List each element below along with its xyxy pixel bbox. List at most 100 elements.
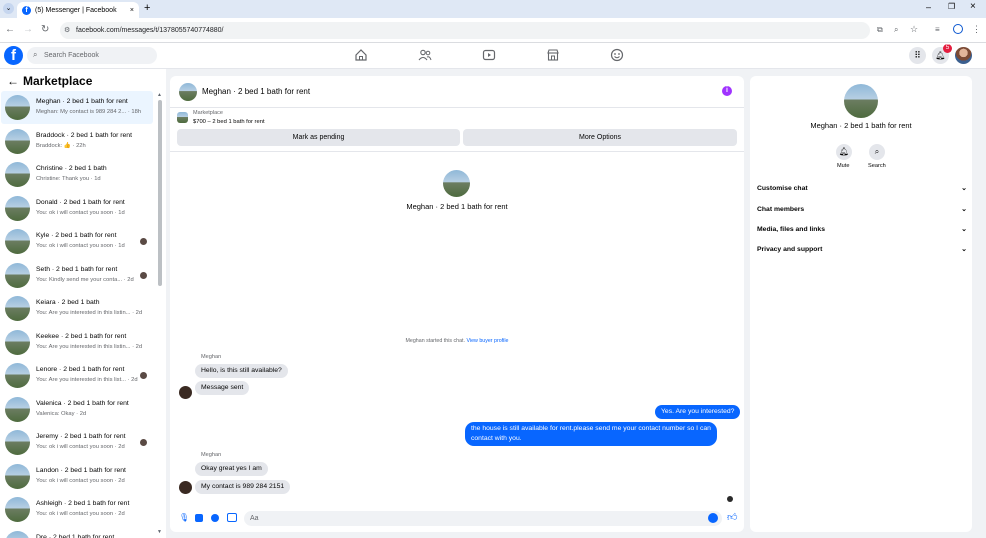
back-arrow-icon[interactable]: ← bbox=[7, 74, 19, 88]
conversation-item[interactable]: Keiara · 2 bed 1 bath You: Are you intere… bbox=[1, 292, 153, 325]
grid-icon: ⠿ bbox=[914, 50, 921, 60]
account-avatar[interactable] bbox=[955, 47, 972, 64]
browser-menu-icon[interactable]: ⋮ bbox=[972, 24, 981, 35]
conversation-item[interactable]: Landon · 2 bed 1 bath for rent You: ok i … bbox=[1, 460, 153, 493]
conversation-item[interactable]: Christine · 2 bed 1 bath Christine: Thank… bbox=[1, 158, 153, 191]
scroll-down-arrow[interactable]: ▼ bbox=[157, 529, 162, 535]
info-avatar[interactable] bbox=[844, 84, 878, 118]
customise-chat-row[interactable]: Customise chat ⌄ bbox=[757, 185, 967, 192]
message-bubble[interactable]: Message sent bbox=[195, 381, 250, 395]
gif-icon[interactable] bbox=[227, 513, 237, 522]
conversation-preview: You: ok i will contact you soon · 1d bbox=[36, 243, 125, 249]
conversation-preview: You: ok i will contact you soon · 1d bbox=[36, 209, 125, 216]
microphone-icon[interactable]: 🎙︎ bbox=[179, 513, 189, 522]
conversation-item[interactable]: Donald · 2 bed 1 bath for rent You: ok i … bbox=[1, 192, 153, 225]
chat-header-title[interactable]: Meghan · 2 bed 1 bath for rent bbox=[202, 87, 310, 96]
conversation-item[interactable]: Seth · 2 bed 1 bath for rent You: Kindly … bbox=[1, 259, 153, 292]
emoji-icon[interactable] bbox=[708, 513, 718, 523]
more-options-button[interactable]: More Options bbox=[463, 129, 737, 146]
chat-header-avatar[interactable] bbox=[179, 83, 197, 101]
mute-button[interactable]: 🔔︎ bbox=[836, 144, 852, 160]
conversation-item[interactable]: Ashleigh · 2 bed 1 bath for rent You: ok … bbox=[1, 493, 153, 526]
window-restore-button[interactable]: ❐ bbox=[948, 2, 955, 11]
row-label: Privacy and support bbox=[757, 246, 823, 253]
conversation-preview: You: Kindly send me your conta... · 2d bbox=[36, 276, 134, 283]
chat-center-avatar[interactable] bbox=[443, 170, 470, 197]
conversation-title: Meghan · 2 bed 1 bath for rent bbox=[36, 98, 128, 105]
conversation-title: Kyle · 2 bed 1 bath for rent bbox=[36, 232, 117, 239]
friends-icon[interactable] bbox=[418, 48, 432, 62]
conversation-thumbnail bbox=[5, 497, 30, 522]
back-button[interactable]: ← bbox=[5, 24, 15, 36]
view-buyer-profile-link[interactable]: View buyer profile bbox=[466, 338, 508, 344]
chat-members-row[interactable]: Chat members ⌄ bbox=[757, 206, 967, 213]
facebook-logo-icon[interactable]: f bbox=[4, 46, 23, 65]
window-minimize-button[interactable]: – bbox=[926, 2, 931, 12]
listing-thumbnail[interactable] bbox=[177, 112, 188, 123]
listing-label: Marketplace bbox=[193, 110, 223, 116]
panel-title: Marketplace bbox=[23, 74, 93, 88]
search-in-chat-button[interactable]: ⌕ bbox=[869, 144, 885, 160]
message-bubble[interactable]: My contact is 989 284 2151 bbox=[195, 480, 291, 494]
profile-icon[interactable] bbox=[953, 24, 963, 34]
video-icon[interactable] bbox=[482, 48, 496, 62]
scrollbar-thumb[interactable] bbox=[158, 100, 162, 286]
scroll-up-arrow[interactable]: ▲ bbox=[157, 92, 162, 98]
window-close-button[interactable]: × bbox=[970, 1, 976, 12]
row-label: Chat members bbox=[757, 206, 805, 213]
photo-icon[interactable] bbox=[195, 514, 203, 522]
sender-name: Meghan bbox=[201, 452, 222, 458]
info-icon[interactable]: i bbox=[722, 86, 732, 96]
my-message-bubble[interactable]: the house is still available for rent.pl… bbox=[465, 422, 717, 446]
message-input-placeholder: Aa bbox=[250, 515, 259, 522]
forward-button[interactable]: → bbox=[23, 24, 33, 36]
new-tab-button[interactable]: + bbox=[144, 2, 150, 14]
sticker-icon[interactable] bbox=[211, 514, 219, 522]
info-title: Meghan · 2 bed 1 bath for rent bbox=[810, 121, 912, 130]
menu-grid-button[interactable]: ⠿ bbox=[909, 47, 926, 64]
conversation-title: Keekee · 2 bed 1 bath for rent bbox=[36, 332, 127, 340]
conversation-item[interactable]: Dre · 2 bed 1 bath for rent bbox=[1, 527, 153, 538]
conversation-item[interactable]: Lenore · 2 bed 1 bath for rent You: Are y… bbox=[1, 359, 153, 392]
privacy-support-row[interactable]: Privacy and support ⌄ bbox=[757, 246, 967, 253]
listing-price[interactable]: $700 – 2 bed 1 bath for rent bbox=[193, 119, 265, 125]
conversation-item[interactable]: Jeremy · 2 bed 1 bath for rent You: ok i … bbox=[1, 426, 153, 459]
browser-tab[interactable]: f (5) Messenger | Facebook × bbox=[17, 2, 139, 18]
conversation-thumbnail bbox=[5, 262, 30, 288]
gaming-icon[interactable] bbox=[610, 48, 624, 62]
marketplace-icon[interactable] bbox=[546, 48, 560, 62]
thumbs-up-icon[interactable]: 👍︎ bbox=[727, 511, 737, 523]
message-bubble[interactable]: Okay great yes I am bbox=[195, 462, 268, 476]
conversation-item[interactable]: Kyle · 2 bed 1 bath for rent You: ok i wi… bbox=[1, 225, 153, 258]
facebook-search-input[interactable]: Search Facebook bbox=[27, 47, 157, 64]
chat-started-text: Meghan started this chat. bbox=[405, 338, 465, 344]
tab-close-icon[interactable]: × bbox=[130, 7, 134, 14]
url-field[interactable]: facebook.com/messages/t/1378055740774880… bbox=[60, 22, 870, 39]
tab-list-dropdown[interactable]: ⌄ bbox=[3, 3, 14, 14]
home-icon[interactable] bbox=[354, 48, 368, 62]
conversation-item[interactable]: Valenica · 2 bed 1 bath for rent Valenica… bbox=[1, 393, 153, 426]
conversation-item[interactable]: Keekee · 2 bed 1 bath for rent You: Are y… bbox=[1, 326, 153, 359]
conversation-item[interactable]: Braddock · 2 bed 1 bath for rent Braddock… bbox=[1, 125, 153, 158]
conversation-item[interactable]: Meghan · 2 bed 1 bath for rent Meghan: My… bbox=[1, 91, 153, 124]
bookmark-star-icon[interactable]: ☆ bbox=[910, 24, 918, 35]
sender-avatar bbox=[179, 386, 192, 399]
my-message-bubble[interactable]: Yes. Are you interested? bbox=[655, 405, 741, 419]
message-bubble[interactable]: Hello, is this still available? bbox=[195, 364, 288, 378]
mark-as-pending-button[interactable]: Mark as pending bbox=[177, 129, 460, 146]
zoom-icon[interactable]: ⌕ bbox=[894, 25, 898, 35]
chevron-down-icon: ⌄ bbox=[961, 246, 967, 253]
media-files-links-row[interactable]: Media, files and links ⌄ bbox=[757, 226, 967, 233]
conversation-thumbnail bbox=[5, 95, 30, 120]
site-info-icon[interactable]: ⚙ bbox=[64, 26, 70, 34]
message-input[interactable]: Aa bbox=[244, 511, 722, 526]
sender-avatar bbox=[179, 481, 192, 494]
tab-search-icon[interactable]: ≡ bbox=[935, 25, 940, 34]
reload-button[interactable]: ↻ bbox=[41, 24, 49, 36]
install-app-icon[interactable]: ⧉ bbox=[877, 25, 883, 35]
facebook-favicon-icon: f bbox=[22, 5, 31, 15]
message-line: contact with you. bbox=[471, 435, 522, 442]
read-receipt-avatar bbox=[140, 372, 147, 379]
conversation-title: Ashleigh · 2 bed 1 bath for rent bbox=[36, 500, 130, 507]
search-placeholder: Search Facebook bbox=[44, 52, 99, 59]
